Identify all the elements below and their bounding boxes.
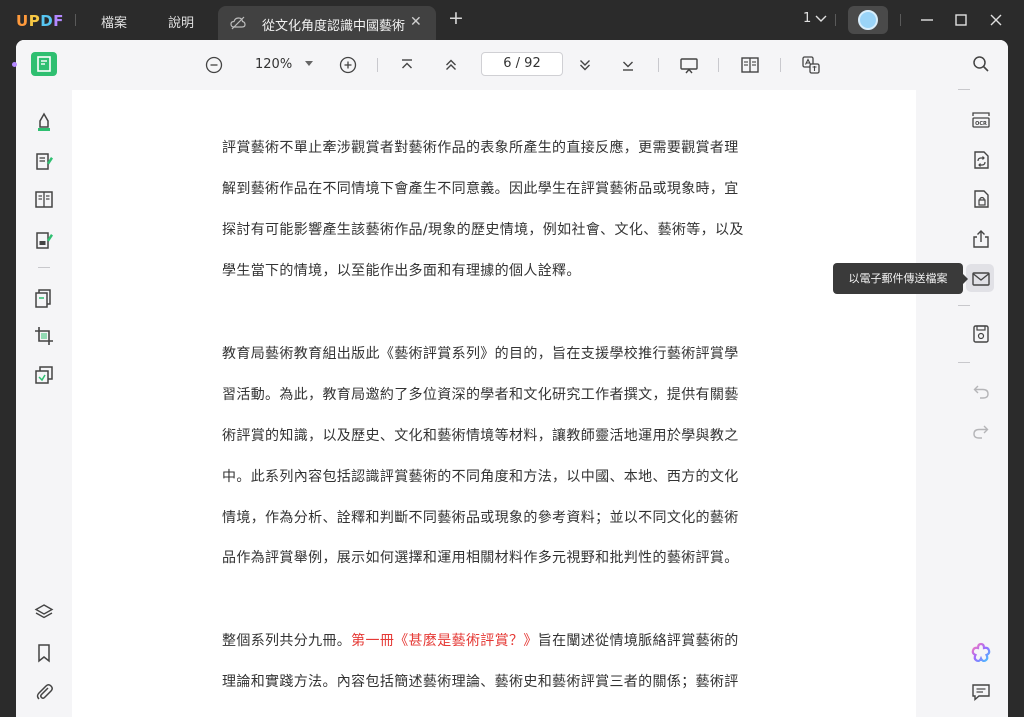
email-tooltip: 以電子郵件傳送檔案 [833,263,968,294]
chevron-down-icon [815,15,827,22]
bookmark-icon[interactable] [31,640,57,666]
account-button[interactable] [848,6,888,34]
app-logo: UPDF [16,12,64,30]
translate-icon[interactable] [801,55,821,75]
paragraph-line: 習活動。為此，教育局邀約了多位資深的學者和文化研究工作者撰文，提供有關藝 [222,387,739,403]
organize-pages-icon[interactable] [31,285,57,311]
protect-icon[interactable] [970,188,992,210]
edit-text-icon[interactable] [31,149,57,175]
sign-icon[interactable] [31,228,57,254]
first-page-icon[interactable] [399,57,415,73]
zoom-in-icon[interactable] [339,56,357,74]
email-icon[interactable] [970,268,992,290]
paragraph-line: 學生當下的情境，以至能作出多面和有理據的個人詮釋。 [222,263,581,279]
tab-title: 從文化角度認識中國藝術 [262,19,406,34]
page-count-value: 1 [803,11,812,26]
share-icon[interactable] [970,228,992,250]
sidebar-separator [958,305,970,306]
right-sidebar [960,40,1008,717]
toolbar-separator [718,58,719,72]
svg-text:OCR: OCR [975,121,987,127]
paragraph-line: 中。此系列內容包括認識評賞藝術的不同角度和方法，以中國、本地、西方的文化 [222,469,739,485]
notification-dot [12,62,17,67]
convert-icon[interactable] [31,362,57,388]
attachment-icon[interactable] [31,679,57,705]
undo-icon[interactable] [970,380,992,402]
book-title-link[interactable]: 第一冊《甚麼是藝術評賞？》 [351,633,538,649]
paragraph-line: 品作為評賞舉例，展示如何選擇和運用相關材料作多元視野和批判性的藝術評賞。 [222,550,739,566]
sidebar-separator [958,362,970,363]
paragraph-line: 整個系列共分九冊。第一冊《甚麼是藝術評賞？》旨在闡述從情境脈絡評賞藝術的 [222,630,804,650]
sidebar-separator [958,89,970,90]
text-segment: 旨在闡述從情境脈絡評賞藝術的 [537,633,739,649]
zoom-out-icon[interactable] [205,56,223,74]
layers-icon[interactable] [31,600,57,626]
crop-icon[interactable] [31,323,57,349]
reader-mode-button[interactable] [31,52,57,76]
toolbar-separator [658,58,659,72]
sidebar-separator [38,267,50,268]
paragraph-line: 理論和實踐方法。內容包括簡述藝術理論、藝術史和藝術評賞三者的關係；藝術評 [222,674,739,690]
presentation-icon[interactable] [679,56,699,74]
ai-assistant-icon[interactable] [969,641,993,665]
last-page-icon[interactable] [620,57,636,73]
zoom-level[interactable]: 120% [255,57,292,72]
paragraph-line: 探討有可能影響產生該藝術作品/現象的歷史情境，例如社會、文化、藝術等，以及 [222,222,744,238]
save-icon[interactable] [970,323,992,345]
form-icon[interactable] [31,187,57,213]
reader-icon [37,56,51,72]
highlighter-icon[interactable] [31,109,57,135]
new-tab-icon[interactable]: + [448,9,464,28]
search-icon[interactable] [970,53,992,75]
comment-icon[interactable] [970,681,992,703]
minimize-icon[interactable] [915,8,939,32]
paragraph-line: 解到藝術作品在不同情境下會產生不同意義。因此學生在評賞藝術品或現象時，宜 [222,181,739,197]
convert-file-icon[interactable] [970,149,992,171]
page-layout-icon[interactable] [740,56,760,74]
cloud-off-icon [230,16,246,30]
document-tab[interactable]: 從文化角度認識中國藝術 ✕ [218,6,436,40]
page-count-dropdown[interactable]: 1 [803,11,827,26]
close-tab-icon[interactable]: ✕ [410,14,422,30]
paragraph-line: 情境，作為分析、詮釋和判斷不同藝術品或現象的參考資料；並以不同文化的藝術 [222,510,739,526]
title-separator [835,14,836,26]
toolbar-separator [780,58,781,72]
next-page-icon[interactable] [577,57,593,73]
avatar [858,10,878,30]
paragraph-line: 教育局藝術教育組出版此《藝術評賞系列》的目的，旨在支援學校推行藝術評賞學 [222,346,739,362]
previous-page-icon[interactable] [443,57,459,73]
page-number-input[interactable]: 6 / 92 [481,52,563,76]
menu-help[interactable]: 說明 [168,12,194,31]
toolbar-separator [377,58,378,72]
title-bar: UPDF 檔案 說明 從文化角度認識中國藝術 ✕ + 1 [0,0,1024,40]
close-window-icon[interactable] [984,8,1008,32]
menu-file[interactable]: 檔案 [101,12,127,31]
title-separator [75,14,76,26]
title-separator [900,14,901,26]
paragraph-line: 評賞藝術不單止牽涉觀賞者對藝術作品的表象所產生的直接反應，更需要觀賞者理 [222,140,739,156]
redo-icon[interactable] [970,420,992,442]
zoom-dropdown-icon[interactable] [305,61,313,67]
text-segment: 整個系列共分九冊。 [222,633,352,649]
paragraph-line: 術評賞的知識，以及歷史、文化和藝術情境等材料，讓教師靈活地運用於學與教之 [222,428,739,444]
ocr-icon[interactable]: OCR [970,109,992,131]
maximize-icon[interactable] [949,8,973,32]
